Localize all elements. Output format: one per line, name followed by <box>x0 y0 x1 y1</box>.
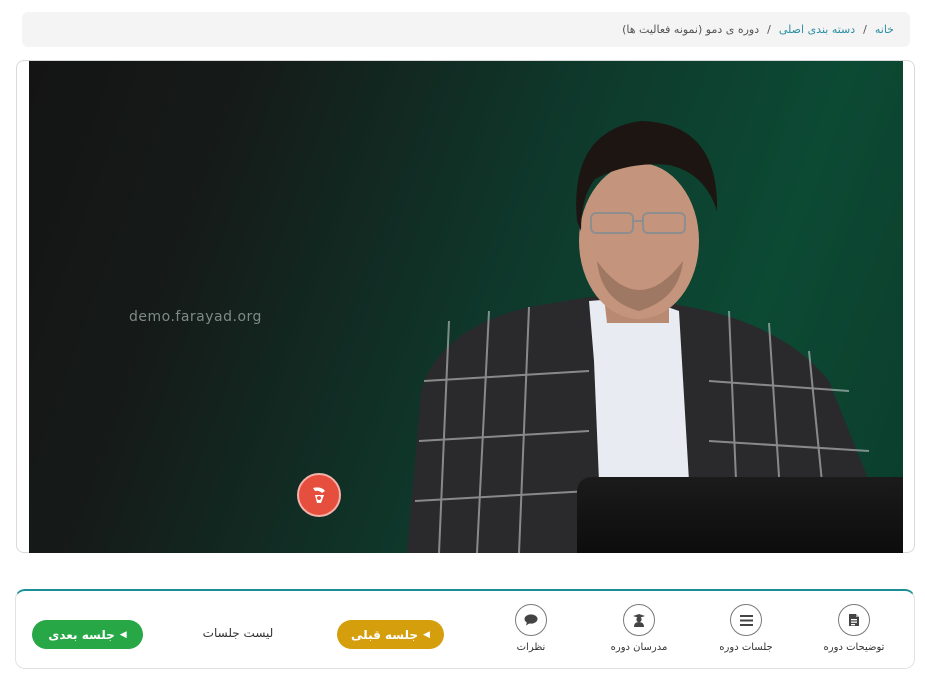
video-card: demo.farayad.org <box>16 60 915 553</box>
course-teachers-tab[interactable]: مدرسان دوره <box>594 604 684 653</box>
breadcrumb-separator: / <box>863 23 867 36</box>
farayad-logo-icon <box>297 473 341 517</box>
document-icon <box>838 604 870 636</box>
previous-session-label: جلسه قبلی <box>351 627 419 642</box>
caret-left-icon: ◀ <box>119 629 127 640</box>
next-session-label: جلسه بعدی <box>48 627 115 642</box>
previous-session-button[interactable]: ◀ جلسه قبلی <box>337 620 444 649</box>
comment-icon <box>515 604 547 636</box>
breadcrumb: خانه / دسته بندی اصلی / دوره ی دمو (نمون… <box>22 12 910 47</box>
list-icon <box>730 604 762 636</box>
breadcrumb-category-link[interactable]: دسته بندی اصلی <box>779 23 855 36</box>
video-watermark: demo.farayad.org <box>129 309 262 325</box>
course-sessions-label: جلسات دوره <box>719 642 773 653</box>
video-player[interactable]: demo.farayad.org <box>29 61 903 553</box>
comments-tab[interactable]: نظرات <box>486 604 576 653</box>
comments-label: نظرات <box>516 642 546 653</box>
course-teachers-label: مدرسان دوره <box>610 642 668 653</box>
next-session-button[interactable]: ◀ جلسه بعدی <box>32 620 143 649</box>
course-sessions-tab[interactable]: جلسات دوره <box>701 604 791 653</box>
course-description-tab[interactable]: توضیحات دوره <box>809 604 899 653</box>
breadcrumb-separator: / <box>767 23 771 36</box>
caret-left-icon: ◀ <box>423 629 430 640</box>
sessions-list-link[interactable]: لیست جلسات <box>188 626 288 640</box>
laptop <box>577 477 903 553</box>
teacher-icon <box>623 604 655 636</box>
course-description-label: توضیحات دوره <box>823 642 885 653</box>
breadcrumb-home-link[interactable]: خانه <box>875 23 894 36</box>
breadcrumb-current: دوره ی دمو (نمونه فعالیت ها) <box>622 23 760 36</box>
course-navigation-panel: توضیحات دوره جلسات دوره مدرسان دوره نظرا… <box>15 589 915 669</box>
